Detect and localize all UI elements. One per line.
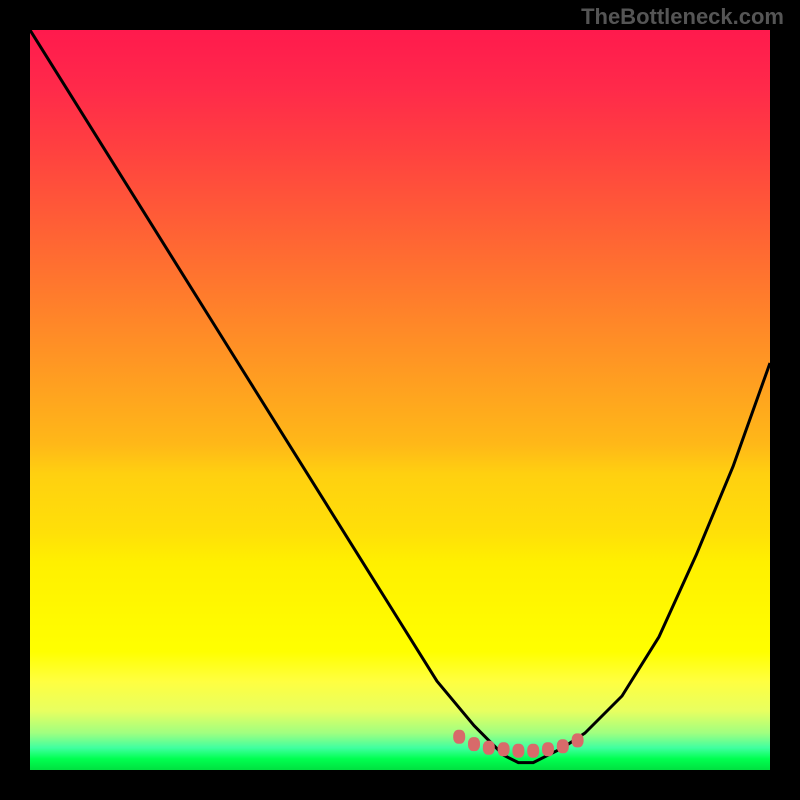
watermark-text: TheBottleneck.com bbox=[581, 4, 784, 30]
marker-band-group bbox=[453, 730, 583, 758]
marker-dot bbox=[527, 744, 539, 758]
marker-dot bbox=[512, 744, 524, 758]
bottleneck-curve bbox=[30, 30, 770, 763]
marker-dot bbox=[572, 733, 584, 747]
marker-dot bbox=[483, 741, 495, 755]
marker-dot bbox=[498, 742, 510, 756]
marker-dot bbox=[542, 742, 554, 756]
chart-plot-area bbox=[30, 30, 770, 770]
marker-dot bbox=[453, 730, 465, 744]
marker-dot bbox=[468, 737, 480, 751]
marker-dot bbox=[557, 739, 569, 753]
chart-svg bbox=[30, 30, 770, 770]
